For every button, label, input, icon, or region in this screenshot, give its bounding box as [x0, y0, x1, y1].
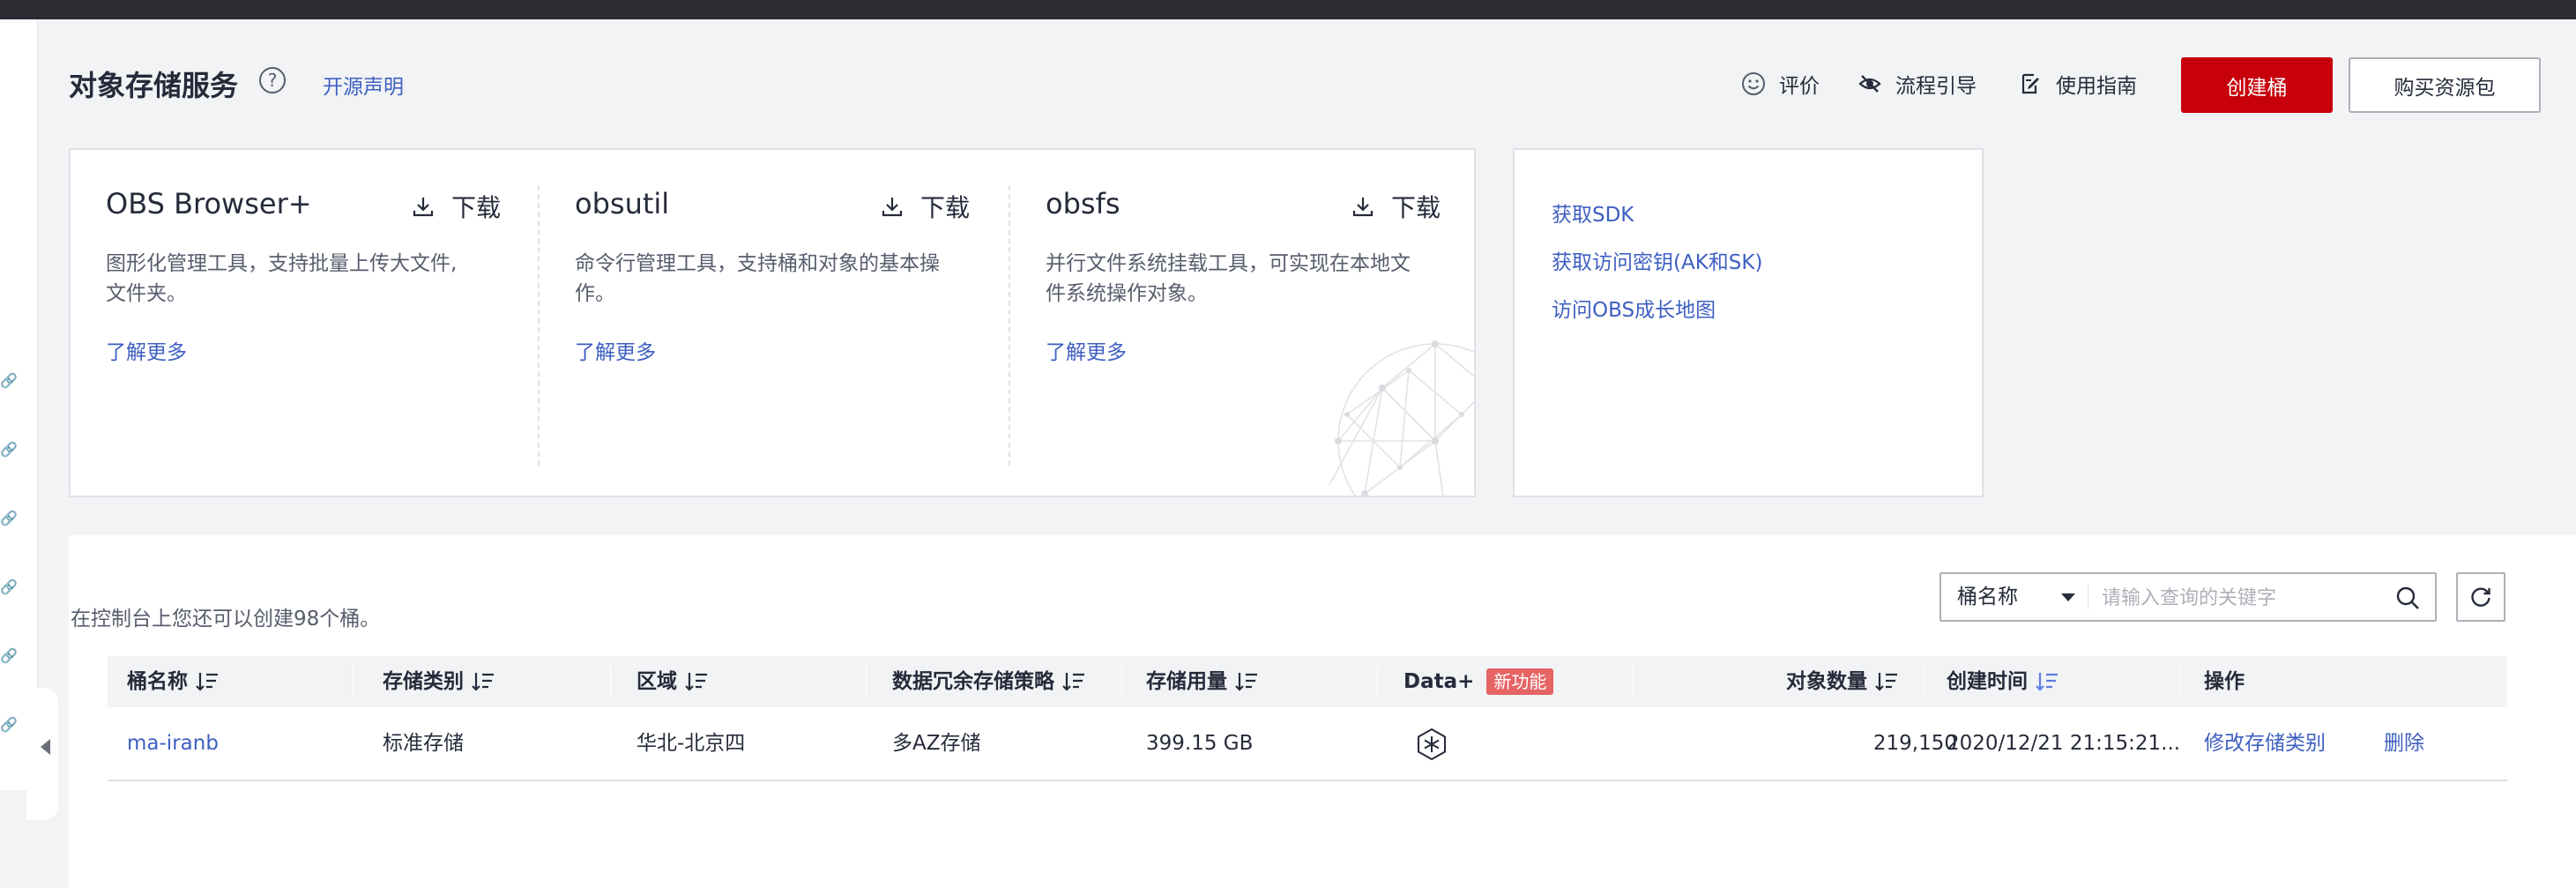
- guide-button[interactable]: 流程引导: [1857, 69, 1977, 99]
- column-header-storage-class[interactable]: 存储类别: [383, 656, 495, 707]
- chevron-left-icon: [41, 739, 50, 755]
- left-rail: 🔗 🔗 🔗 🔗 🔗 🔗: [0, 19, 38, 790]
- sort-icon[interactable]: [471, 670, 495, 693]
- link-icon[interactable]: 🔗: [0, 578, 18, 596]
- data-plus-cell: [1403, 707, 1449, 780]
- eye-off-icon: [1857, 71, 1883, 97]
- column-divider: [1121, 665, 1122, 698]
- smiley-icon: [1740, 71, 1767, 97]
- tool-description: 图形化管理工具，支持批量上传大文件, 文件夹。: [106, 252, 458, 305]
- column-header-actions: 操作: [2204, 670, 2245, 693]
- object-count-cell: 219,150: [1872, 732, 1957, 755]
- page-title: 对象存储服务: [69, 69, 239, 102]
- download-icon: [413, 198, 434, 217]
- tools-card: OBS Browser+ 下载 图形化管理工具，支持批量上传大文件, 文件夹。 …: [69, 148, 1476, 497]
- feedback-button[interactable]: 评价: [1740, 69, 1820, 99]
- search-input[interactable]: [2100, 579, 2386, 616]
- column-header-object-count[interactable]: 对象数量: [1786, 656, 1899, 707]
- divider: [538, 185, 540, 466]
- sort-icon[interactable]: [1061, 670, 1086, 693]
- buy-package-button[interactable]: 购买资源包: [2349, 57, 2541, 113]
- link-icon[interactable]: 🔗: [0, 647, 18, 665]
- decorative-globe-icon: [1329, 340, 1474, 496]
- column-divider: [1633, 665, 1634, 698]
- link-icon[interactable]: 🔗: [0, 510, 18, 527]
- tool-obs-browser: OBS Browser+ 下载 图形化管理工具，支持批量上传大文件, 文件夹。 …: [106, 150, 511, 496]
- manual-label: 使用指南: [2056, 75, 2137, 98]
- create-bucket-button[interactable]: 创建桶: [2181, 57, 2333, 113]
- edit-doc-icon: [2017, 71, 2044, 97]
- modify-storage-class-link[interactable]: 修改存储类别: [2204, 707, 2326, 780]
- bucket-name-link[interactable]: ma-iranb: [127, 707, 219, 780]
- sort-icon[interactable]: [195, 670, 220, 693]
- column-header-created-time[interactable]: 创建时间: [1947, 656, 2059, 707]
- get-sdk-link[interactable]: 获取SDK: [1552, 198, 1634, 228]
- column-divider: [1924, 665, 1925, 698]
- learn-more-link[interactable]: 了解更多: [1046, 335, 1127, 365]
- top-nav-bar: [0, 0, 2576, 19]
- bucket-quota-text: 在控制台上您还可以创建98个桶。: [71, 608, 381, 631]
- tool-name: OBS Browser+: [106, 187, 312, 220]
- column-header-region[interactable]: 区域: [637, 656, 709, 707]
- feedback-label: 评价: [1779, 75, 1820, 98]
- new-feature-badge: 新功能: [1486, 668, 1554, 695]
- column-divider: [866, 665, 867, 698]
- table-row: ma-iranb 标准存储 华北-北京四 多AZ存储 399.15 GB 219…: [108, 707, 2507, 781]
- manual-button[interactable]: 使用指南: [2017, 69, 2137, 99]
- tool-name: obsutil: [575, 187, 670, 220]
- link-icon[interactable]: 🔗: [0, 441, 18, 459]
- column-divider: [2179, 665, 2180, 698]
- open-source-link[interactable]: 开源声明: [323, 70, 404, 100]
- search-field-select[interactable]: 桶名称: [1957, 574, 2018, 620]
- column-header-data-plus: Data+ 新功能: [1403, 656, 1554, 707]
- link-icon[interactable]: 🔗: [0, 372, 18, 390]
- sort-icon[interactable]: [1874, 670, 1899, 693]
- sidebar-collapse-button[interactable]: [26, 688, 58, 820]
- sort-icon[interactable]: [684, 670, 709, 693]
- tool-description: 命令行管理工具，支持桶和对象的基本操 作。: [575, 252, 940, 305]
- download-icon: [882, 198, 903, 217]
- column-header-usage[interactable]: 存储用量: [1146, 656, 1259, 707]
- column-divider: [610, 665, 611, 698]
- refresh-icon: [2471, 587, 2490, 607]
- table-header: 桶名称 存储类别 区域 数据冗余存储策略 存储用量 Data+ 新功能 对象数量…: [108, 656, 2507, 707]
- column-divider: [1377, 665, 1378, 698]
- storage-class-cell: 标准存储: [383, 732, 464, 755]
- download-button[interactable]: 下载: [411, 189, 501, 224]
- sort-active-icon[interactable]: [2035, 670, 2059, 693]
- column-divider: [353, 665, 354, 698]
- sort-icon[interactable]: [1234, 670, 1259, 693]
- refresh-button[interactable]: [2456, 572, 2505, 622]
- created-time-cell: 2020/12/21 21:15:21...: [1947, 732, 2181, 755]
- usage-cell: 399.15 GB: [1146, 732, 1254, 755]
- caret-down-icon[interactable]: [2061, 593, 2075, 601]
- column-header-redundancy[interactable]: 数据冗余存储策略: [892, 656, 1086, 707]
- growth-map-link[interactable]: 访问OBS成长地图: [1552, 293, 1716, 323]
- delete-link[interactable]: 删除: [2384, 707, 2424, 780]
- get-access-key-link[interactable]: 获取访问密钥(AK和SK): [1552, 245, 1762, 275]
- download-icon: [1352, 198, 1374, 217]
- bucket-search: 桶名称: [1939, 572, 2437, 622]
- column-header-bucket-name[interactable]: 桶名称: [127, 656, 220, 707]
- quick-links-card: 获取SDK 获取访问密钥(AK和SK) 访问OBS成长地图: [1513, 148, 1984, 497]
- help-icon[interactable]: ?: [259, 67, 286, 93]
- region-cell: 华北-北京四: [637, 732, 746, 755]
- main-content: 对象存储服务 ? 开源声明 评价 流程引导 使用指南 创建桶 购买资源包 OBS…: [37, 19, 2576, 888]
- link-icon[interactable]: 🔗: [0, 716, 18, 734]
- guide-label: 流程引导: [1895, 75, 1977, 98]
- redundancy-cell: 多AZ存储: [892, 732, 981, 755]
- snowflake-hex-icon[interactable]: [1414, 727, 1449, 762]
- tool-name: obsfs: [1046, 187, 1120, 220]
- download-button[interactable]: 下载: [1351, 189, 1441, 224]
- learn-more-link[interactable]: 了解更多: [575, 335, 656, 365]
- tool-obsutil: obsutil 下载 命令行管理工具，支持桶和对象的基本操 作。 了解更多: [575, 150, 980, 496]
- download-button[interactable]: 下载: [880, 189, 970, 224]
- divider: [1009, 185, 1010, 466]
- tool-description: 并行文件系统挂载工具，可实现在本地文 件系统操作对象。: [1046, 252, 1411, 305]
- learn-more-link[interactable]: 了解更多: [106, 335, 187, 365]
- search-icon[interactable]: [2394, 585, 2421, 611]
